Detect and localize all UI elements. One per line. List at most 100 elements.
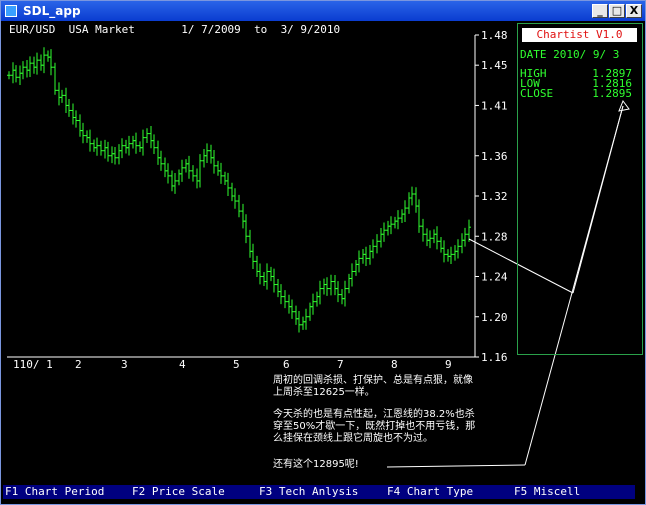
- date-label: DATE: [520, 48, 547, 61]
- info-panel: Chartist V1.0 DATE 2010/ 9/ 3 HIGH 1.2897…: [517, 23, 643, 355]
- y-tick-label: 1.24: [481, 271, 508, 284]
- x-tick-label: 5: [233, 358, 240, 371]
- ohlc-bar: [25, 59, 29, 78]
- ohlc-bar: [301, 316, 305, 330]
- app-window: SDL_app _ □ X 1.48 1.45 1.41 1.36 1.32 1.28 1.…: [0, 0, 646, 505]
- ohlc-bar: [67, 99, 71, 117]
- annotation-line: 周初的回调杀损、打保护、总是有点狠，就像: [273, 375, 473, 386]
- ohlc-bar: [287, 294, 291, 314]
- ohlc-bar: [177, 169, 181, 186]
- ohlc-bar: [230, 182, 234, 202]
- ohlc-bar: [407, 192, 411, 214]
- market-label: USA Market: [68, 23, 135, 36]
- y-tick-label: 1.41: [481, 99, 508, 112]
- ohlc-bar: [156, 140, 160, 165]
- ohlc-bar: [42, 47, 46, 74]
- ohlc-bar: [308, 302, 312, 321]
- x-tick-label: 3: [121, 358, 128, 371]
- close-value: 1.2895: [592, 87, 632, 100]
- menu-key: F3: [259, 485, 273, 498]
- ohlc-bar: [279, 284, 283, 305]
- x-tick-label: 6: [283, 358, 290, 371]
- ohlc-bar: [85, 130, 89, 143]
- ohlc-bar: [60, 89, 64, 103]
- menu-chart-period[interactable]: F1 Chart Period: [5, 485, 104, 499]
- ohlc-bar: [347, 273, 351, 294]
- menu-label: Chart Type: [406, 485, 474, 498]
- annotation-line: 今天杀的也是有点性起，江恩线的38.2%也杀: [273, 409, 475, 420]
- ohlc-bar: [386, 220, 390, 236]
- ohlc-bar: [81, 122, 85, 144]
- ohlc-bar: [120, 138, 124, 159]
- minimize-button[interactable]: _: [592, 4, 608, 18]
- ohlc-bar: [184, 159, 188, 173]
- ohlc-bar: [212, 149, 216, 174]
- menu-chart-type[interactable]: F4 Chart Type: [387, 485, 473, 499]
- ohlc-bar: [180, 159, 184, 182]
- ohlc-bar: [205, 143, 209, 164]
- ohlc-bar: [414, 187, 418, 213]
- ohlc-bar: [202, 148, 206, 168]
- ohlc-bar: [315, 291, 319, 307]
- ohlc-bar: [318, 280, 322, 305]
- chart-area[interactable]: 1.48 1.45 1.41 1.36 1.32 1.28 1.24 1.20 1.16 110/…: [3, 21, 645, 483]
- ohlc-bar: [428, 230, 432, 249]
- ohlc-bar: [131, 135, 135, 149]
- ohlc-bar: [149, 125, 153, 149]
- close-button[interactable]: X: [626, 4, 642, 18]
- ohlc-bar: [64, 87, 68, 114]
- y-tick-label: 1.20: [481, 311, 508, 324]
- ohlc-bar: [421, 218, 425, 242]
- ohlc-bar: [375, 234, 379, 254]
- ohlc-bar: [233, 188, 237, 209]
- ohlc-bar: [283, 290, 287, 309]
- menu-key: F2: [132, 485, 146, 498]
- ohlc-bar: [456, 239, 460, 259]
- menu-key: F5: [514, 485, 528, 498]
- ohlc-bar: [449, 246, 453, 265]
- chart-header: EUR/USD USA Market 1/ 7/2009 to 3/ 9/201…: [9, 23, 340, 36]
- ohlc-bar: [290, 299, 294, 319]
- close-row: CLOSE 1.2895: [520, 87, 638, 100]
- ohlc-bar: [354, 260, 358, 276]
- ohlc-bar: [170, 170, 174, 192]
- ohlc-bar: [340, 288, 344, 305]
- panel-date: DATE 2010/ 9/ 3: [520, 48, 619, 61]
- ohlc-bar: [99, 140, 103, 156]
- ohlc-bar: [226, 172, 230, 196]
- ohlc-bar: [396, 210, 400, 230]
- ohlc-bar: [244, 214, 248, 244]
- ohlc-bar: [74, 110, 78, 128]
- annotation-line: 上周杀至12625一样。: [273, 387, 375, 398]
- x-tick-label: 2: [75, 358, 82, 371]
- window-title: SDL_app: [23, 4, 81, 18]
- ohlc-bar: [159, 150, 163, 171]
- date-value: 2010/ 9/ 3: [553, 48, 620, 61]
- ohlc-bar: [35, 52, 39, 75]
- ohlc-bar: [113, 147, 117, 165]
- ohlc-bar: [435, 226, 439, 250]
- title-bar[interactable]: SDL_app _ □ X: [1, 1, 645, 21]
- ohlc-bar: [103, 139, 107, 159]
- restore-button[interactable]: □: [609, 4, 625, 18]
- ohlc-bar: [364, 246, 368, 266]
- menu-price-scale[interactable]: F2 Price Scale: [132, 485, 225, 499]
- ohlc-bar: [110, 146, 114, 164]
- ohlc-bar: [439, 237, 443, 253]
- date-from: 1/ 7/2009: [181, 23, 241, 36]
- close-label: CLOSE: [520, 87, 554, 100]
- ohlc-bar: [106, 141, 110, 162]
- ohlc-bar: [251, 243, 255, 269]
- ohlc-bar: [216, 160, 220, 176]
- ohlc-bar: [304, 308, 308, 330]
- ohlc-bar: [32, 56, 36, 74]
- ohlc-bar: [460, 233, 464, 254]
- ohlc-bar: [255, 255, 259, 277]
- menu-miscell[interactable]: F5 Miscell: [514, 485, 580, 499]
- ohlc-bar: [191, 165, 195, 182]
- menu-tech-analysis[interactable]: F3 Tech Anlysis: [259, 485, 358, 499]
- annotation-para1: 周初的回调杀损、打保护、总是有点狠，就像 上周杀至12625一样。: [273, 375, 473, 399]
- ohlc-bar: [432, 229, 436, 244]
- ohlc-bar: [400, 209, 404, 223]
- y-tick-label: 1.32: [481, 190, 508, 203]
